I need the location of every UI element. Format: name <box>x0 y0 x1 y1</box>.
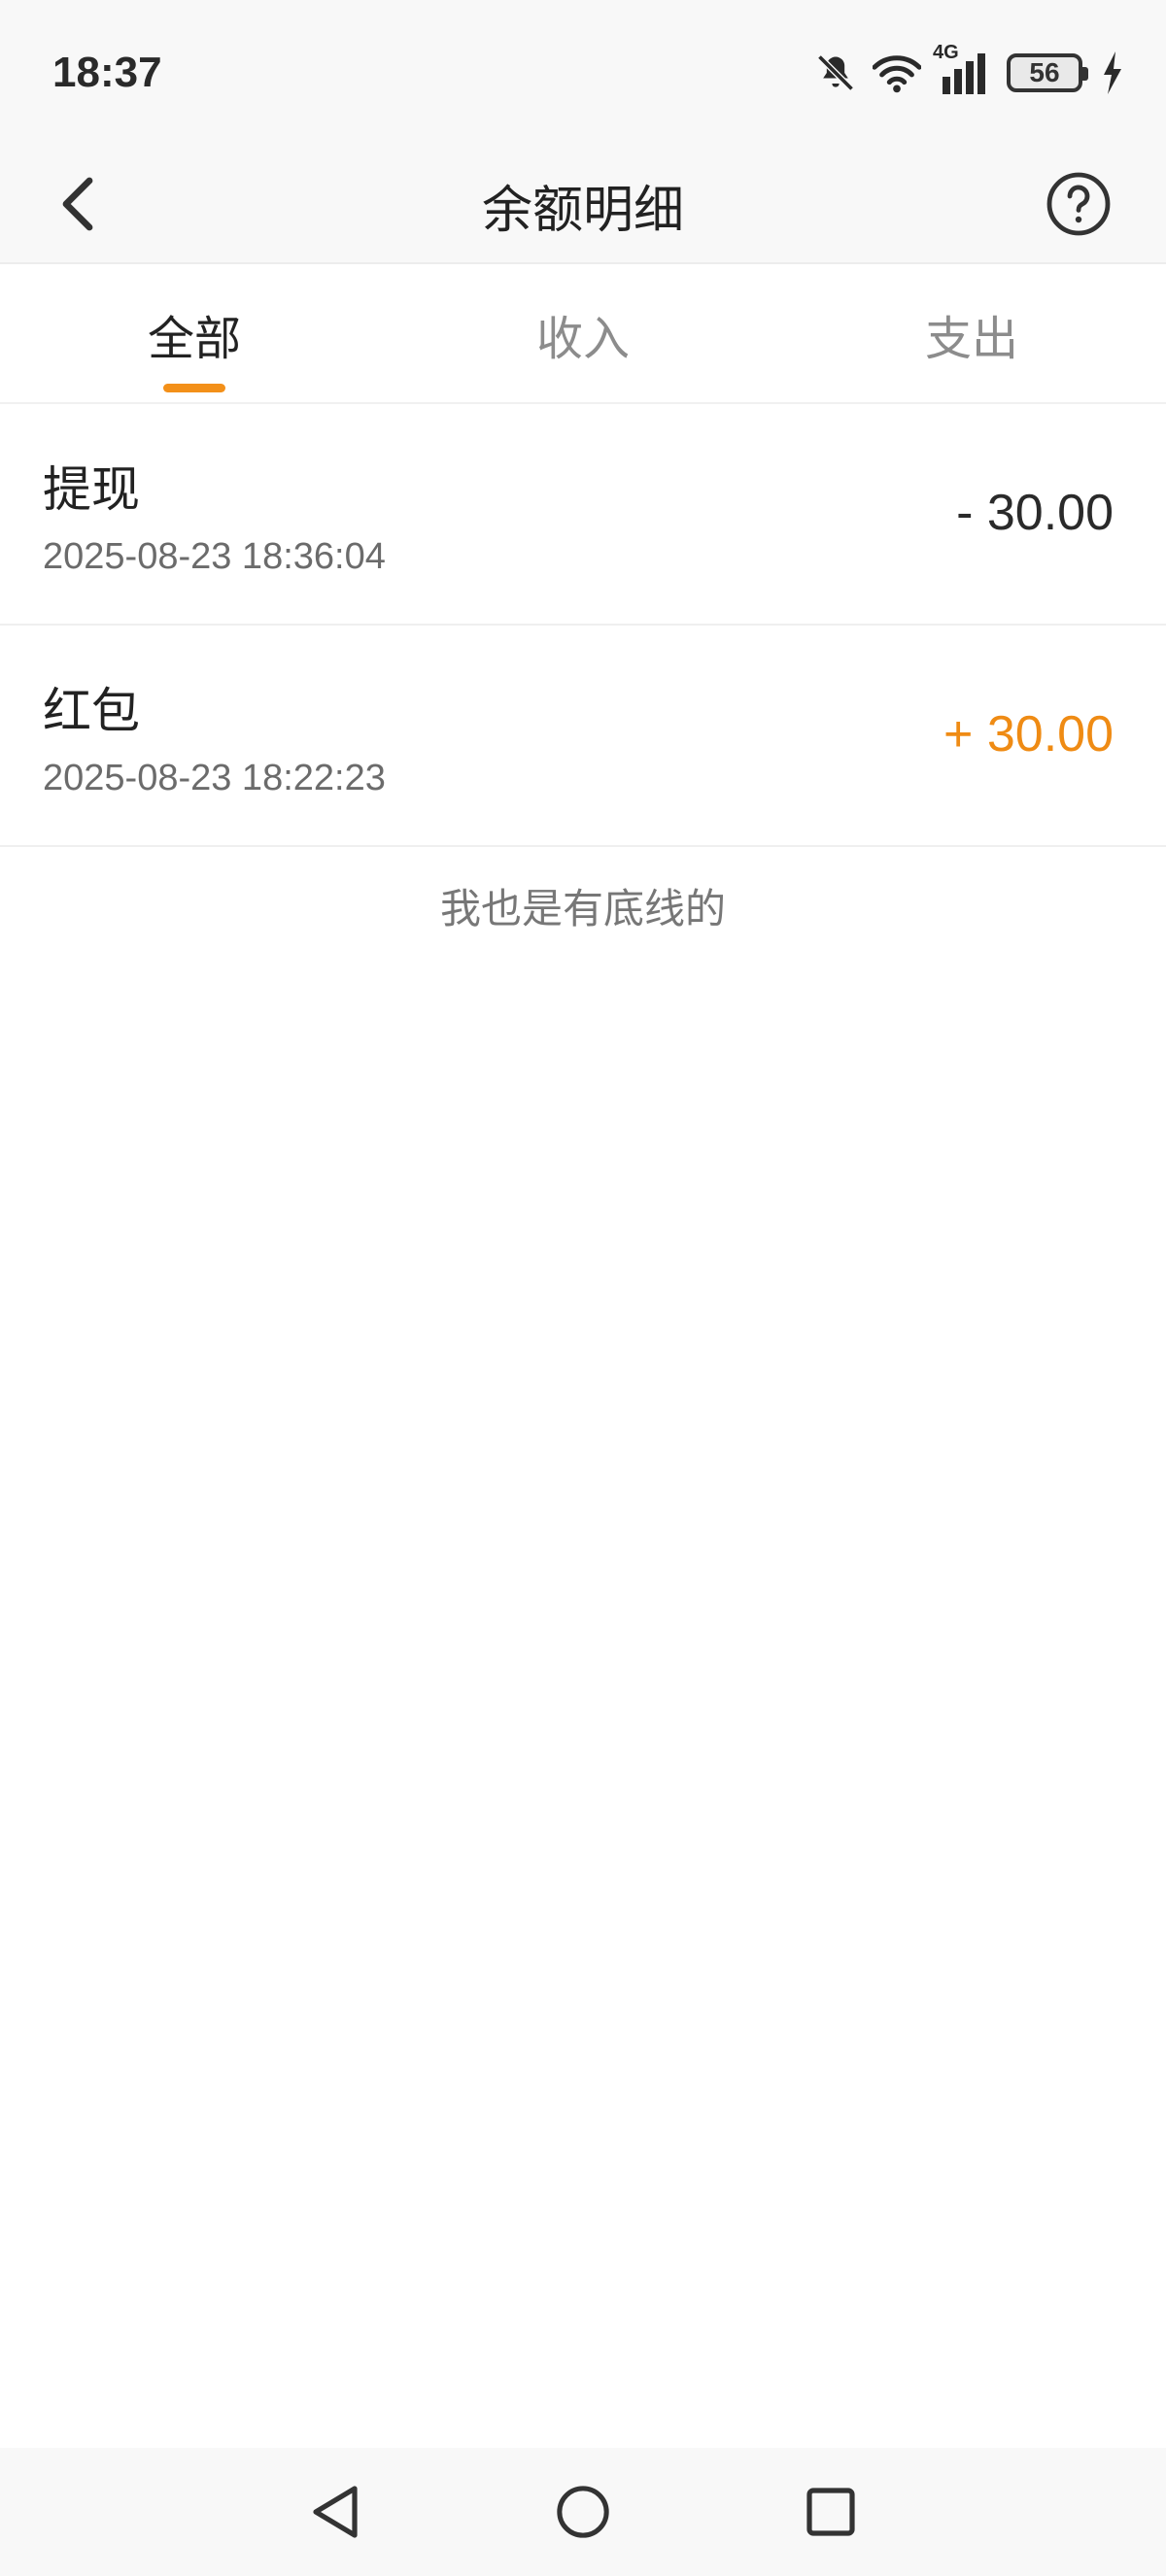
question-circle-icon <box>1046 172 1111 236</box>
battery-level: 56 <box>1029 57 1060 87</box>
bell-muted-icon <box>814 51 857 94</box>
balance-record-list: 提现 2025-08-23 18:36:04 - 30.00 红包 2025-0… <box>0 404 1166 847</box>
battery-icon: 56 <box>1007 53 1088 92</box>
list-item[interactable]: 红包 2025-08-23 18:22:23 + 30.00 <box>0 626 1166 847</box>
tab-expense[interactable]: 支出 <box>777 264 1166 404</box>
tab-all[interactable]: 全部 <box>0 264 389 404</box>
tab-income[interactable]: 收入 <box>389 264 777 404</box>
charging-icon <box>1102 51 1123 94</box>
end-of-list-text: 我也是有底线的 <box>439 884 726 932</box>
status-time: 18:37 <box>52 49 162 96</box>
balance-detail-screen: 18:37 4G 56 余额明细 全部 收入 支出 提现 2025-08-23 … <box>0 0 1166 2576</box>
chevron-left-icon <box>62 177 93 231</box>
wifi-icon <box>873 51 921 94</box>
record-amount: + 30.00 <box>943 706 1114 763</box>
system-navigation-bar <box>0 2448 1166 2576</box>
tab-label: 全部 <box>147 312 241 366</box>
help-button[interactable] <box>1040 165 1117 243</box>
signal-icon: 4G <box>933 42 991 94</box>
status-bar: 18:37 4G 56 <box>0 0 1166 146</box>
nav-home-button[interactable] <box>544 2473 622 2551</box>
home-circle-icon <box>557 2486 609 2538</box>
back-triangle-icon <box>313 2486 358 2538</box>
status-icons: 4G 56 <box>814 42 1123 95</box>
list-item[interactable]: 提现 2025-08-23 18:36:04 - 30.00 <box>0 404 1166 626</box>
record-title: 红包 <box>43 683 140 739</box>
filter-tabs: 全部 收入 支出 <box>0 264 1166 404</box>
tab-label: 收入 <box>535 312 630 366</box>
nav-back-button[interactable] <box>296 2473 374 2551</box>
record-time: 2025-08-23 18:22:23 <box>43 758 386 798</box>
page-title: 余额明细 <box>481 181 684 240</box>
record-title: 提现 <box>43 461 140 518</box>
back-button[interactable] <box>39 165 117 243</box>
title-bar: 余额明细 <box>0 146 1166 264</box>
tab-active-indicator <box>163 384 225 392</box>
record-time: 2025-08-23 18:36:04 <box>43 536 386 577</box>
nav-recents-button[interactable] <box>792 2473 870 2551</box>
recents-square-icon <box>806 2488 855 2536</box>
network-type-label: 4G <box>933 42 959 63</box>
tab-label: 支出 <box>924 312 1018 366</box>
record-amount: - 30.00 <box>956 485 1114 541</box>
